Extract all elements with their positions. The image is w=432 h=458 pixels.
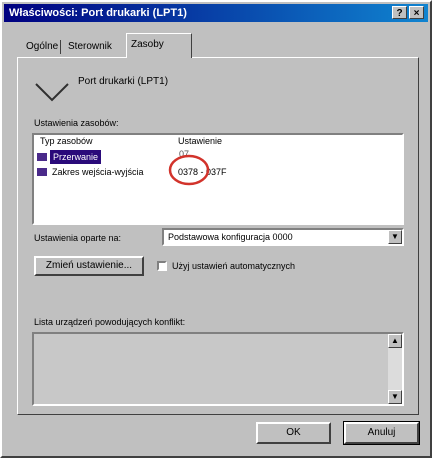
- port-icon: [35, 83, 69, 102]
- table-row[interactable]: Przerwanie 07: [34, 149, 402, 164]
- scrollbar[interactable]: ▲ ▼: [388, 334, 402, 404]
- column-header-type: Typ zasobów: [40, 136, 93, 146]
- column-header-setting: Ustawienie: [178, 136, 223, 146]
- help-button[interactable]: ?: [392, 6, 407, 19]
- close-button[interactable]: ×: [409, 6, 424, 19]
- window-title: Właściwości: Port drukarki (LPT1): [9, 7, 187, 19]
- io-range-icon: [37, 168, 47, 176]
- scroll-down-icon[interactable]: ▼: [388, 390, 402, 404]
- resources-panel: Port drukarki (LPT1) Ustawienia zasobów:…: [17, 57, 419, 415]
- scroll-up-icon[interactable]: ▲: [388, 334, 402, 348]
- resource-settings-label: Ustawienia zasobów:: [34, 118, 119, 128]
- tab-driver[interactable]: Sterownik: [64, 37, 116, 57]
- conflict-list-label: Lista urządzeń powodujących konflikt:: [34, 317, 186, 327]
- auto-settings-label: Użyj ustawień automatycznych: [172, 261, 296, 271]
- resource-list[interactable]: Typ zasobów Ustawienie Przerwanie 07 Zak…: [32, 133, 404, 225]
- title-bar[interactable]: Właściwości: Port drukarki (LPT1) ? ×: [4, 4, 428, 22]
- ok-button[interactable]: OK: [256, 422, 331, 444]
- change-setting-button[interactable]: Zmień ustawienie...: [34, 256, 144, 276]
- settings-based-select[interactable]: Podstawowa konfiguracja 0000 ▼: [162, 228, 404, 246]
- properties-window: Właściwości: Port drukarki (LPT1) ? × Og…: [0, 0, 432, 458]
- chevron-down-icon[interactable]: ▼: [388, 230, 402, 244]
- resource-type: Przerwanie: [50, 150, 102, 164]
- cancel-button[interactable]: Anuluj: [343, 421, 420, 445]
- table-row[interactable]: Zakres wejścia-wyjścia 0378 - 037F: [34, 165, 402, 179]
- device-name: Port drukarki (LPT1): [78, 76, 169, 87]
- tab-general[interactable]: Ogólne: [22, 37, 62, 57]
- resource-type: Zakres wejścia-wyjścia: [52, 167, 144, 177]
- settings-based-value: Podstawowa konfiguracja 0000: [168, 232, 293, 242]
- highlight-circle: [168, 154, 210, 186]
- tab-resources[interactable]: Zasoby: [126, 33, 192, 58]
- interrupt-icon: [37, 153, 47, 161]
- tab-divider: [60, 40, 61, 54]
- settings-based-label: Ustawienia oparte na:: [34, 233, 122, 243]
- conflict-list[interactable]: ▲ ▼: [32, 332, 404, 406]
- auto-settings-checkbox[interactable]: [157, 261, 167, 271]
